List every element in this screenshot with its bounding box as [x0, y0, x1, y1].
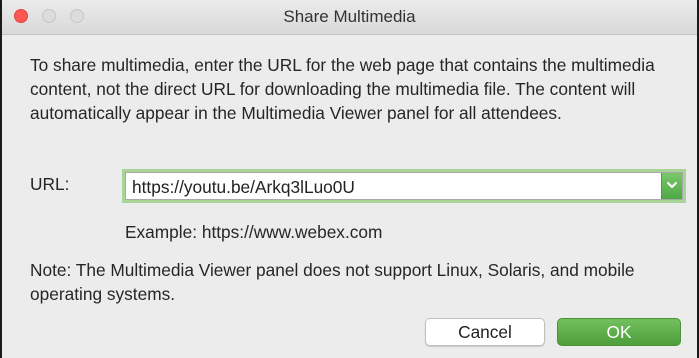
url-combobox[interactable]: https://youtu.be/Arkq3lLuo0U: [125, 172, 683, 200]
url-dropdown-button[interactable]: [661, 173, 682, 199]
dialog-title: Share Multimedia: [283, 7, 416, 26]
url-label: URL:: [30, 174, 70, 194]
note-text: Note: The Multimedia Viewer panel does n…: [30, 260, 635, 304]
instructions-text: To share multimedia, enter the URL for t…: [30, 55, 655, 123]
url-example-text: Example: https://www.webex.com: [125, 222, 383, 242]
cancel-button[interactable]: Cancel: [425, 318, 545, 346]
chevron-down-icon: [667, 182, 677, 188]
url-input[interactable]: https://youtu.be/Arkq3lLuo0U: [132, 177, 355, 198]
title-bar[interactable]: Share Multimedia: [2, 0, 697, 35]
share-multimedia-dialog: Share Multimedia To share multimedia, en…: [0, 0, 699, 358]
ok-button[interactable]: OK: [557, 318, 681, 346]
